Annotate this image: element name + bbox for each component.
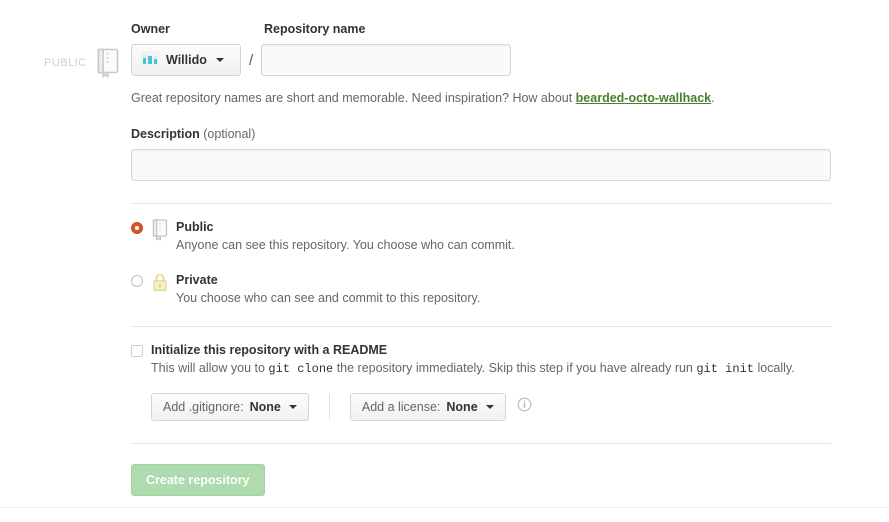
owner-and-name-row: Willido / — [131, 44, 831, 76]
create-repository-form: PUBLIC Owner Repository name Willido / G… — [0, 0, 889, 522]
visibility-badge: PUBLIC — [44, 48, 121, 78]
submit-row: Create repository — [131, 464, 831, 496]
owner-label: Owner — [131, 22, 170, 36]
repository-name-hint: Great repository names are short and mem… — [131, 90, 831, 106]
visibility-private-description: You choose who can see and commit to thi… — [176, 291, 481, 305]
repository-name-label: Repository name — [264, 22, 366, 36]
divider-above-submit — [131, 443, 831, 444]
readme-title: Initialize this repository with a README — [151, 343, 388, 357]
description-optional-text: (optional) — [203, 127, 256, 141]
readme-code-git-init: git init — [696, 362, 754, 376]
radio-public[interactable] — [131, 222, 143, 234]
owner-name-separator: / — [249, 51, 254, 69]
chevron-down-icon — [288, 405, 297, 409]
suggested-name-link[interactable]: bearded-octo-wallhack — [576, 91, 711, 105]
visibility-private-text: Private You choose who can see and commi… — [176, 272, 480, 306]
lock-icon — [151, 272, 169, 299]
readme-description: This will allow you to git clone the rep… — [151, 360, 795, 378]
readme-option-text: Initialize this repository with a README… — [151, 342, 795, 378]
visibility-options-group: Public Anyone can see this repository. Y… — [131, 219, 831, 306]
readme-checkbox[interactable] — [131, 345, 143, 357]
page-bottom-divider — [0, 507, 889, 508]
visibility-public-description: Anyone can see this repository. You choo… — [176, 238, 515, 252]
chevron-down-icon — [485, 405, 494, 409]
owner-select-value: Willido — [166, 53, 207, 67]
identicon-avatar — [141, 51, 159, 69]
gitignore-dropdown-prefix: Add .gitignore: — [163, 400, 244, 414]
radio-private[interactable] — [131, 275, 143, 287]
visibility-badge-label: PUBLIC — [44, 57, 87, 69]
visibility-option-private[interactable]: Private You choose who can see and commi… — [131, 272, 831, 306]
hint-suffix: . — [711, 91, 715, 105]
license-dropdown-value: None — [446, 400, 478, 414]
readme-option-row[interactable]: Initialize this repository with a README… — [131, 342, 831, 378]
chevron-down-icon — [215, 58, 224, 62]
visibility-public-title: Public — [176, 220, 214, 234]
readme-desc-part1: This will allow you to — [151, 361, 269, 375]
visibility-option-public[interactable]: Public Anyone can see this repository. Y… — [131, 219, 831, 253]
repo-book-icon — [95, 48, 121, 78]
gitignore-dropdown[interactable]: Add .gitignore: None — [151, 393, 309, 421]
readme-desc-part3: locally. — [753, 361, 795, 375]
description-label: Description (optional) — [131, 127, 831, 141]
visibility-private-title: Private — [176, 273, 218, 287]
repo-book-icon — [151, 219, 169, 246]
template-dropdowns-row: Add .gitignore: None Add a license: None — [151, 393, 831, 421]
description-input[interactable] — [131, 149, 831, 181]
field-labels-row: Owner Repository name — [131, 22, 831, 36]
create-repository-button[interactable]: Create repository — [131, 464, 265, 496]
repository-name-input[interactable] — [261, 44, 512, 76]
dropdown-separator — [328, 394, 330, 420]
gitignore-dropdown-value: None — [249, 400, 281, 414]
visibility-public-text: Public Anyone can see this repository. Y… — [176, 219, 515, 253]
license-dropdown[interactable]: Add a license: None — [349, 393, 506, 421]
hint-prefix: Great repository names are short and mem… — [131, 91, 576, 105]
readme-code-git-clone: git clone — [268, 362, 334, 376]
license-dropdown-prefix: Add a license: — [361, 400, 441, 414]
divider-above-readme — [131, 326, 831, 327]
owner-select-dropdown[interactable]: Willido — [131, 44, 241, 76]
description-label-text: Description — [131, 127, 200, 141]
info-icon[interactable] — [517, 397, 532, 417]
divider-above-visibility — [131, 203, 831, 204]
readme-desc-part2: the repository immediately. Skip this st… — [333, 361, 697, 375]
